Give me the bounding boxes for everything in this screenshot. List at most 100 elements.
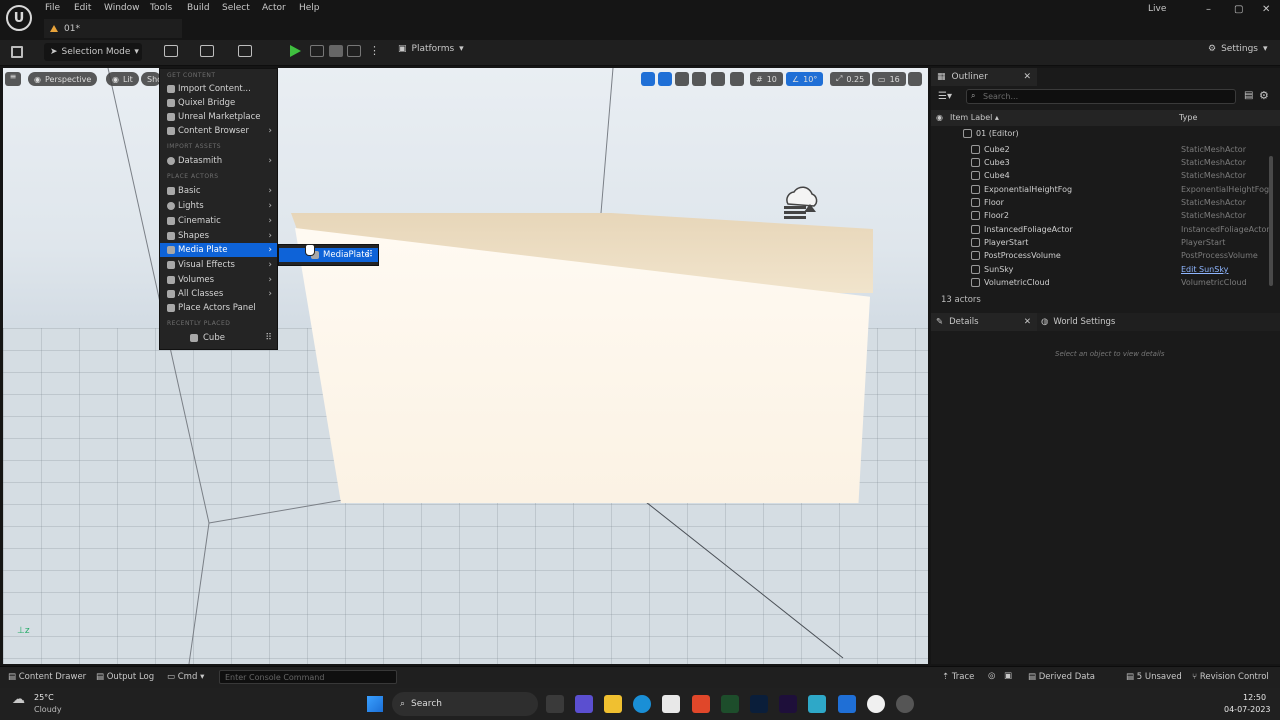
close-window-icon[interactable]: ✕ [1262,4,1270,15]
world-space-icon[interactable] [711,72,725,86]
table-row[interactable]: VolumetricCloud VolumetricCloud [931,276,1268,289]
maximize-icon[interactable]: ▢ [1234,4,1243,15]
unsaved-button[interactable]: ▤ 5 Unsaved [1126,672,1182,682]
menu-import-content[interactable]: Import Content... [160,82,277,96]
menu-build[interactable]: Build [187,3,210,13]
unreal-taskbar-icon[interactable] [867,695,885,713]
table-row[interactable]: InstancedFoliageActor InstancedFoliageAct… [931,223,1270,236]
close-tab-icon[interactable]: ✕ [1024,317,1031,327]
menu-lights[interactable]: Lights › [160,199,277,213]
select-tool-icon[interactable] [641,72,655,86]
menu-help[interactable]: Help [299,3,320,13]
minimize-icon[interactable]: – [1206,4,1211,15]
cinematics-icon[interactable] [238,45,252,57]
menu-unreal-marketplace[interactable]: Unreal Marketplace [160,110,277,124]
rotate-tool-icon[interactable] [675,72,689,86]
filter-icon[interactable]: ☰▾ [938,91,952,102]
table-row[interactable]: Floor2 StaticMeshActor [931,209,1268,222]
outliner-root-row[interactable]: 01 (Editor) [931,127,1268,140]
table-row[interactable]: Cube4 StaticMeshActor [931,169,1268,182]
save-icon[interactable] [11,46,23,58]
scale-tool-icon[interactable] [692,72,706,86]
tab-details[interactable]: ✎ Details ✕ [931,313,1037,331]
outliner-search-input[interactable]: ⌕ Search... [966,89,1236,104]
windows-start-icon[interactable] [367,696,383,712]
show-button[interactable]: Sho [141,72,162,86]
menu-file[interactable]: File [45,3,60,13]
add-content-icon[interactable] [164,45,178,57]
menu-quixel-bridge[interactable]: Quixel Bridge [160,96,277,110]
table-row[interactable]: Floor StaticMeshActor [931,196,1268,209]
console-command-input[interactable]: Enter Console Command [219,670,397,684]
unreal-logo-icon[interactable]: U [6,5,32,31]
column-type[interactable]: Type [1179,113,1197,122]
edit-sunsky-link[interactable]: Edit SunSky [1181,265,1228,274]
task-view-icon[interactable] [546,695,564,713]
play-icon[interactable] [290,45,301,57]
zoom-icon[interactable] [838,695,856,713]
derived-data-button[interactable]: ▤ Derived Data [1028,672,1095,682]
submenu-media-plate[interactable]: MediaPlate ⠿ [279,248,378,262]
menu-volumes[interactable]: Volumes › [160,273,277,287]
teams-icon[interactable] [575,695,593,713]
gear-icon[interactable]: ⚙ [1259,89,1269,102]
table-row[interactable]: PlayerStart PlayerStart [931,236,1268,249]
menu-window[interactable]: Window [104,3,140,13]
app-icon[interactable] [896,695,914,713]
column-item-label[interactable]: Item Label ▴ [950,113,999,122]
weather-icon[interactable]: ☁ [12,692,25,707]
menu-cinematic[interactable]: Cinematic › [160,214,277,228]
cmd-dropdown[interactable]: ▭ Cmd ▾ [167,672,204,682]
live-coding-label[interactable]: Live [1148,4,1166,14]
grid-snap-button[interactable]: # 10 [750,72,783,86]
step-icon[interactable] [310,45,324,57]
translate-tool-icon[interactable] [658,72,672,86]
surface-snap-icon[interactable] [730,72,744,86]
menu-tools[interactable]: Tools [150,3,172,13]
store-icon[interactable] [662,695,680,713]
table-row[interactable]: SunSky Edit SunSky [931,263,1268,276]
close-tab-icon[interactable]: ✕ [1023,72,1031,82]
settings-button[interactable]: ⚙ Settings ▾ [1208,44,1268,54]
content-drawer-button[interactable]: ▤ Content Drawer [8,672,86,682]
revision-control-button[interactable]: ⑂ Revision Control [1192,672,1269,682]
camera-speed-button[interactable]: ▭ 16 [872,72,906,86]
painter-icon[interactable] [721,695,739,713]
table-row[interactable]: PostProcessVolume PostProcessVolume [931,249,1268,262]
media-encoder-icon[interactable] [808,695,826,713]
tab-world-settings[interactable]: ◍ World Settings [1041,313,1115,331]
platforms-dropdown[interactable]: ▣ Platforms ▾ [398,44,464,54]
perspective-button[interactable]: ◉ Perspective [28,72,98,86]
rotation-snap-button[interactable]: ∠ 10° [786,72,824,86]
menu-all-classes[interactable]: All Classes › [160,287,277,301]
stop-icon[interactable] [329,45,343,57]
menu-visual-effects[interactable]: Visual Effects › [160,258,277,272]
edge-icon[interactable] [633,695,651,713]
level-tab[interactable]: 01* [44,19,182,38]
more-options-icon[interactable]: ⋮ [369,44,380,57]
output-log-button[interactable]: ▤ Output Log [96,672,154,682]
viewport-menu-icon[interactable]: ≡ [5,72,21,86]
menu-content-browser[interactable]: Content Browser › [160,124,277,138]
menu-basic[interactable]: Basic › [160,184,277,198]
menu-recent-cube[interactable]: Cube ⠿ [160,331,277,345]
table-row[interactable]: Cube3 StaticMeshActor [931,156,1268,169]
after-effects-icon[interactable] [779,695,797,713]
lit-button[interactable]: ◉ Lit [106,72,139,86]
menu-media-plate[interactable]: Media Plate › [160,243,277,257]
tab-outliner[interactable]: ▦ Outliner ✕ [931,68,1037,86]
eject-icon[interactable] [347,45,361,57]
photoshop-icon[interactable] [750,695,768,713]
screenshot-icon[interactable]: ▣ [1004,671,1012,681]
brave-icon[interactable] [692,695,710,713]
record-icon[interactable]: ◎ [988,671,995,681]
blueprints-icon[interactable] [200,45,214,57]
menu-actor[interactable]: Actor [262,3,286,13]
trace-button[interactable]: ⇡ Trace [942,672,974,682]
outliner-scrollbar[interactable] [1269,156,1273,286]
file-explorer-icon[interactable] [604,695,622,713]
level-viewport[interactable]: ≡ ◉ Perspective ◉ Lit Sho # 10 ∠ 10° ⤢ 0… [3,68,928,664]
add-folder-icon[interactable]: ▤ [1244,90,1253,101]
menu-edit[interactable]: Edit [74,3,91,13]
menu-select[interactable]: Select [222,3,250,13]
